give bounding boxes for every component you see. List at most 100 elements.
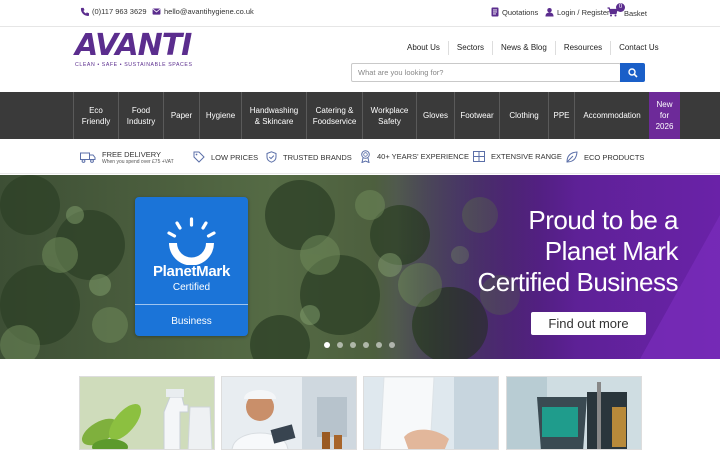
category-label: Hygiene [205, 111, 236, 120]
email-address: hello@avantihygiene.co.uk [164, 7, 254, 16]
category-label: Handwashing & Skincare [249, 105, 299, 126]
category-food-industry[interactable]: Food Industry [118, 92, 163, 139]
cleaning-trolley-image [507, 377, 641, 449]
truck-icon [80, 152, 96, 163]
benefit-extensive-range: EXTENSIVE RANGE [473, 151, 562, 162]
nav-resources[interactable]: Resources [554, 41, 610, 55]
category-footwear[interactable]: Footwear [454, 92, 499, 139]
carousel-dot[interactable] [337, 342, 343, 348]
phone-number: (0)117 963 3629 [92, 7, 147, 16]
leaves-spray-bottle-image [80, 377, 214, 449]
category-label: Paper [170, 111, 193, 120]
quotations-label: Quotations [502, 7, 539, 17]
carousel-pagination [324, 342, 402, 348]
nav-about-us[interactable]: About Us [399, 41, 448, 55]
benefit-label: TRUSTED BRANDS [283, 152, 352, 162]
benefit-sublabel: When you spend over £75 +VAT [102, 159, 174, 165]
hero-headline: Proud to be a Planet Mark Certified Busi… [477, 205, 678, 298]
category-eco-friendly[interactable]: Eco Friendly [73, 92, 118, 139]
carousel-dot[interactable] [376, 342, 382, 348]
basket-count-badge: 0 [616, 3, 625, 12]
category-label: Eco Friendly [81, 105, 111, 126]
category-catering-foodservice[interactable]: Catering & Foodservice [306, 92, 362, 139]
planet-mark-certified: Certified [172, 282, 211, 293]
category-label: Accommodation [583, 111, 641, 120]
benefit-label: LOW PRICES [211, 152, 259, 162]
phone-link[interactable]: (0)117 963 3629 [80, 7, 147, 16]
login-label: Login / Register [557, 7, 610, 17]
find-out-more-button[interactable]: Find out more [531, 312, 646, 335]
category-accommodation[interactable]: Accommodation [574, 92, 649, 139]
hero-headline-line: Proud to be a [528, 205, 678, 235]
benefit-label: ECO PRODUCTS [584, 152, 645, 162]
tile-food-industry-image[interactable] [221, 376, 357, 450]
main-navigation: About Us Sectors News & Blog Resources C… [399, 41, 667, 55]
category-ppe[interactable]: PPE [548, 92, 574, 139]
category-label: PPE [553, 111, 570, 120]
benefit-trusted-brands: TRUSTED BRANDS [266, 151, 352, 163]
badge-divider [135, 304, 248, 305]
avanti-logo[interactable]: AVANTI CLEAN • SAFE • SUSTAINABLE SPACES [75, 28, 193, 70]
logo-wordmark: AVANTI [75, 28, 192, 63]
phone-icon [80, 7, 89, 16]
basket-label: Basket [624, 8, 647, 18]
search-button[interactable] [620, 63, 645, 82]
grid-boxes-icon [473, 151, 485, 162]
header-divider [0, 26, 720, 27]
category-label: Workplace Safety [370, 105, 409, 126]
category-bar: Eco Friendly Food Industry Paper Hygiene… [0, 92, 720, 139]
carousel-dot[interactable] [389, 342, 395, 348]
tile-cleaning-equipment-image[interactable] [506, 376, 642, 450]
benefit-experience: 40+ YEARS' EXPERIENCE [360, 150, 469, 163]
carousel-dot[interactable] [363, 342, 369, 348]
mail-icon [152, 8, 161, 15]
category-hygiene[interactable]: Hygiene [199, 92, 241, 139]
category-paper[interactable]: Paper [163, 92, 199, 139]
category-label: New for 2026 [655, 100, 674, 131]
utility-bar: (0)117 963 3629 hello@avantihygiene.co.u… [0, 0, 720, 26]
category-label: Catering & Foodservice [312, 105, 357, 126]
nav-contact-us[interactable]: Contact Us [610, 41, 667, 55]
price-tag-icon [193, 151, 205, 163]
planet-mark-business: Business [171, 316, 212, 327]
planet-mark-name: PlanetMark [152, 263, 231, 280]
user-icon [545, 7, 554, 17]
benefit-free-delivery: FREE DELIVERY When you spend over £75 +V… [80, 150, 174, 165]
category-label: Clothing [509, 111, 539, 120]
category-workplace-safety[interactable]: Workplace Safety [362, 92, 416, 139]
nav-news-blog[interactable]: News & Blog [492, 41, 555, 55]
category-clothing[interactable]: Clothing [499, 92, 548, 139]
category-label: Footwear [460, 111, 494, 120]
basket-link[interactable]: 0 Basket [607, 3, 647, 19]
category-handwashing-skincare[interactable]: Handwashing & Skincare [241, 92, 306, 139]
benefits-bar: FREE DELIVERY When you spend over £75 +V… [0, 140, 720, 174]
leaf-icon [566, 151, 578, 163]
planet-mark-logo-icon [167, 217, 216, 265]
hero-headline-line: Certified Business [477, 267, 678, 297]
carousel-dot[interactable] [350, 342, 356, 348]
benefit-label: EXTENSIVE RANGE [491, 152, 562, 161]
email-link[interactable]: hello@avantihygiene.co.uk [152, 7, 254, 16]
benefit-label: FREE DELIVERY [102, 150, 162, 159]
logo-tagline: CLEAN • SAFE • SUSTAINABLE SPACES [75, 62, 193, 68]
benefit-eco-products: ECO PRODUCTS [566, 151, 644, 163]
nav-sectors[interactable]: Sectors [447, 41, 492, 55]
category-gloves[interactable]: Gloves [416, 92, 454, 139]
food-worker-image [222, 377, 356, 449]
carousel-dot[interactable] [324, 342, 330, 348]
quotations-link[interactable]: Quotations [491, 7, 538, 17]
category-label: Food Industry [126, 105, 156, 126]
login-register-link[interactable]: Login / Register [545, 7, 610, 17]
search-icon [627, 67, 638, 78]
category-label: Gloves [423, 111, 448, 120]
document-icon [491, 7, 499, 17]
tile-paper-image[interactable] [363, 376, 499, 450]
paper-towel-image [364, 377, 498, 449]
planet-mark-badge: PlanetMark Certified Business [135, 197, 248, 336]
category-new-for-2026[interactable]: New for 2026 [649, 92, 680, 139]
benefit-label: 40+ YEARS' EXPERIENCE [377, 152, 469, 161]
hero-headline-line: Planet Mark [544, 236, 679, 266]
search-input[interactable] [351, 63, 621, 82]
award-ribbon-icon [361, 150, 370, 163]
tile-eco-products-image[interactable] [79, 376, 215, 450]
